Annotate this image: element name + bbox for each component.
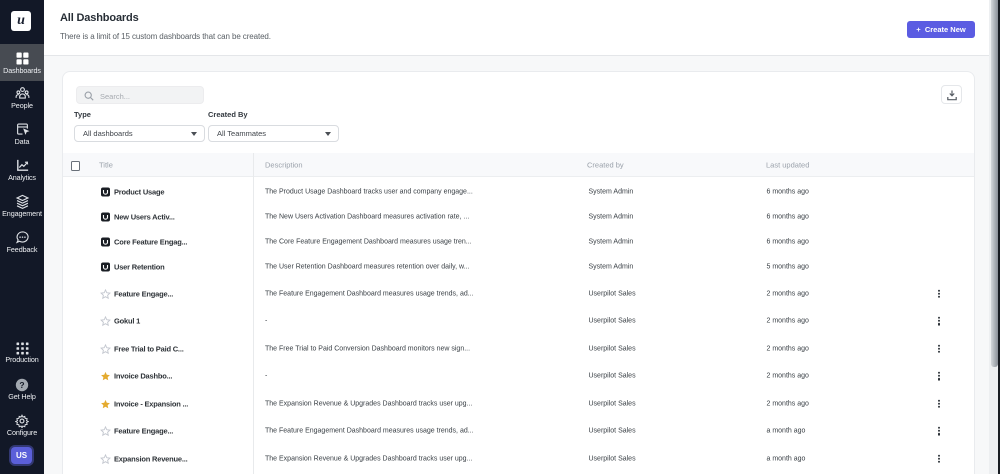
svg-text:?: ? (19, 380, 24, 390)
